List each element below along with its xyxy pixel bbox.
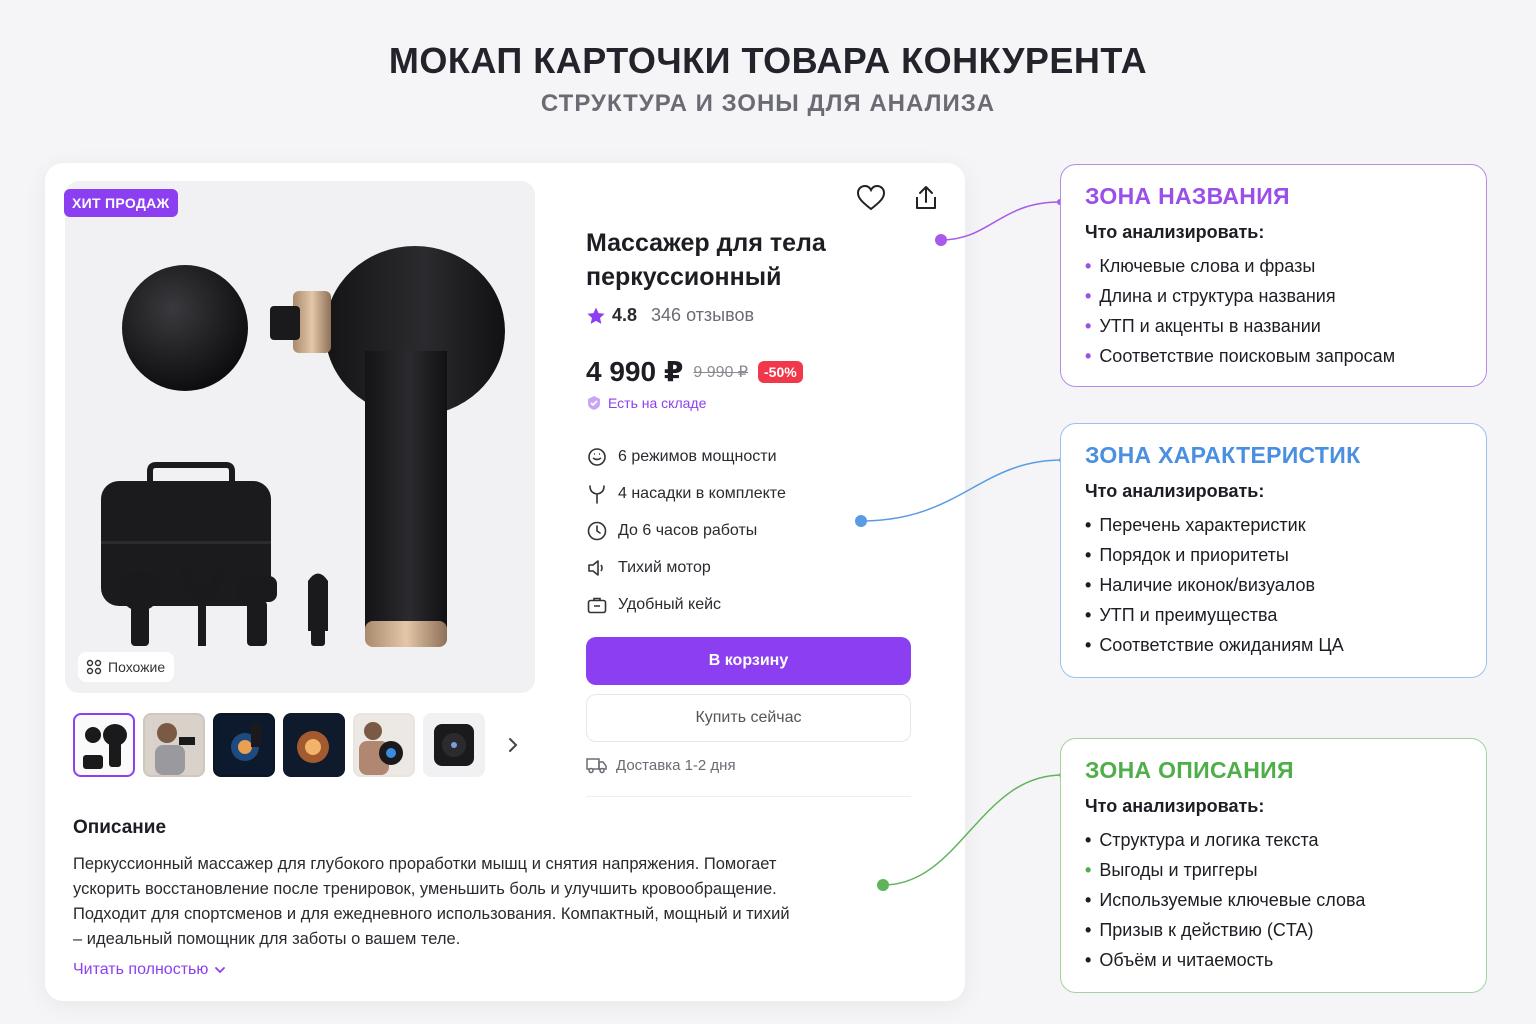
price-row: 4 990 ₽ 9 990 ₽ -50%: [586, 355, 803, 388]
zone-items: • Структура и логика текста • Выгоды и три…: [1085, 825, 1462, 975]
thumbnail-5[interactable]: [353, 713, 415, 777]
buy-now-button[interactable]: Купить сейчас: [586, 694, 911, 742]
thumbnail-strip: [73, 713, 533, 777]
page-subtitle: СТРУКТУРА И ЗОНЫ ДЛЯ АНАЛИЗА: [540, 90, 996, 117]
product-photo[interactable]: [65, 181, 535, 693]
grid-icon: [86, 659, 102, 675]
list-item-label: Длина и структура названия: [1099, 286, 1336, 306]
list-item: • Объём и читаемость: [1085, 945, 1462, 975]
feature-item: 4 насадки в комплекте: [586, 475, 786, 512]
feature-label: 6 режимов мощности: [618, 447, 777, 465]
list-item-label: Объём и читаемость: [1099, 950, 1274, 970]
list-item-label: Призыв к действию (CTA): [1099, 920, 1314, 940]
power-modes-icon: [588, 447, 606, 466]
list-item-label: Наличие иконок/визуалов: [1099, 575, 1316, 595]
list-item: • УТП и акценты в названии: [1085, 311, 1462, 341]
zone-title: ЗОНА ОПИСАНИЯ: [1085, 757, 1294, 783]
massage-gun-image: [101, 246, 505, 647]
features-list: 6 режимов мощности 4 насадки в комплекте…: [586, 438, 786, 623]
current-price: 4 990 ₽: [586, 356, 684, 387]
feature-label: До 6 часов работы: [618, 521, 758, 539]
zone-title: ЗОНА НАЗВАНИЯ: [1085, 183, 1290, 209]
stock-label: Есть на складе: [608, 395, 707, 411]
zone-items: • Перечень характеристик • Порядок и приор…: [1085, 510, 1462, 660]
discount-badge: -50%: [758, 360, 803, 383]
feature-label: Тихий мотор: [618, 558, 711, 576]
divider: [586, 796, 911, 797]
product-title: Массажер для тела перкуссионный: [586, 229, 826, 291]
zone-label: Что анализировать:: [1085, 222, 1265, 242]
list-item: • Соответствие поисковым запросам: [1085, 341, 1462, 371]
truck-icon: [586, 758, 607, 774]
heart-icon[interactable]: [856, 184, 886, 217]
list-item-label: УТП и преимущества: [1099, 605, 1278, 625]
thumbnail-1[interactable]: [73, 713, 135, 777]
list-item-label: Соответствие ожиданиям ЦА: [1099, 635, 1344, 655]
read-more-link[interactable]: Читать полностью: [73, 961, 226, 979]
list-item: • Длина и структура названия: [1085, 281, 1462, 311]
list-item: • Наличие иконок/визуалов: [1085, 570, 1462, 600]
list-item-label: Структура и логика текста: [1099, 830, 1319, 850]
zone-title: ЗОНА ХАРАКТЕРИСТИК: [1085, 442, 1361, 468]
delivery-label: Доставка 1-2 дня: [616, 756, 736, 774]
feature-label: 4 насадки в комплекте: [618, 484, 786, 502]
zone-items: • Ключевые слова и фразы • Длина и структу…: [1085, 251, 1462, 371]
similar-label: Похожие: [108, 659, 166, 675]
rating-value: 4.8: [612, 305, 638, 325]
description-text: Перкуссионный массажер для глубокого про…: [73, 855, 790, 948]
chevron-down-icon: [215, 967, 226, 974]
rating[interactable]: 4.8 346 отзывов: [586, 305, 754, 326]
list-item-label: Используемые ключевые слова: [1099, 890, 1366, 910]
case-icon: [587, 597, 607, 613]
list-item: • Выгоды и триггеры: [1085, 855, 1462, 885]
chevron-right-icon[interactable]: [493, 713, 533, 777]
star-icon: [587, 307, 605, 324]
list-item: • Порядок и приоритеты: [1085, 540, 1462, 570]
list-item-label: Ключевые слова и фразы: [1099, 256, 1316, 276]
attachments-icon: [589, 484, 605, 504]
similar-button[interactable]: Похожие: [78, 652, 175, 682]
list-item: • Соответствие ожиданиям ЦА: [1085, 630, 1462, 660]
speaker-icon: [588, 559, 603, 576]
feature-label: Удобный кейс: [618, 595, 722, 613]
thumbnail-4[interactable]: [283, 713, 345, 777]
reviews-count[interactable]: 346 отзывов: [651, 305, 754, 326]
old-price: 9 990 ₽: [693, 363, 749, 381]
add-to-cart-button[interactable]: В корзину: [586, 637, 911, 685]
list-item: • Призыв к действию (CTA): [1085, 915, 1462, 945]
list-item-label: Порядок и приоритеты: [1099, 545, 1289, 565]
bestseller-badge: ХИТ ПРОДАЖ: [64, 189, 178, 217]
list-item: • Перечень характеристик: [1085, 510, 1462, 540]
thumbnail-6[interactable]: [423, 713, 485, 777]
thumbnail-3[interactable]: [213, 713, 275, 777]
list-item-label: УТП и акценты в названии: [1099, 316, 1321, 336]
delivery-info: Доставка 1-2 дня: [586, 756, 736, 774]
feature-item: Тихий мотор: [586, 549, 786, 586]
list-item: • Структура и логика текста: [1085, 825, 1462, 855]
list-item: • УТП и преимущества: [1085, 600, 1462, 630]
zone-title-analysis: ЗОНА НАЗВАНИЯ Что анализировать: • Ключев…: [1060, 164, 1487, 387]
list-item: • Используемые ключевые слова: [1085, 885, 1462, 915]
list-item-label: Соответствие поисковым запросам: [1099, 346, 1396, 366]
feature-item: 6 режимов мощности: [586, 438, 786, 475]
zone-specs-analysis: ЗОНА ХАРАКТЕРИСТИК Что анализировать: • П…: [1060, 423, 1487, 678]
description-title: Описание: [73, 817, 167, 838]
thumbnail-2[interactable]: [143, 713, 205, 777]
zone-label: Что анализировать:: [1085, 481, 1265, 501]
feature-item: До 6 часов работы: [586, 512, 786, 549]
feature-item: Удобный кейс: [586, 586, 786, 623]
list-item: • Ключевые слова и фразы: [1085, 251, 1462, 281]
zone-description-analysis: ЗОНА ОПИСАНИЯ Что анализировать: • Структ…: [1060, 738, 1487, 993]
list-item-label: Перечень характеристик: [1099, 515, 1306, 535]
zone-label: Что анализировать:: [1085, 796, 1265, 816]
stock-status: Есть на складе: [586, 395, 706, 411]
read-more-label: Читать полностью: [73, 961, 209, 978]
list-item-label: Выгоды и триггеры: [1099, 860, 1258, 880]
clock-icon: [587, 521, 607, 540]
page-title: МОКАП КАРТОЧКИ ТОВАРА КОНКУРЕНТА: [388, 40, 1148, 81]
share-icon[interactable]: [913, 184, 939, 217]
check-badge-icon: [588, 396, 600, 410]
